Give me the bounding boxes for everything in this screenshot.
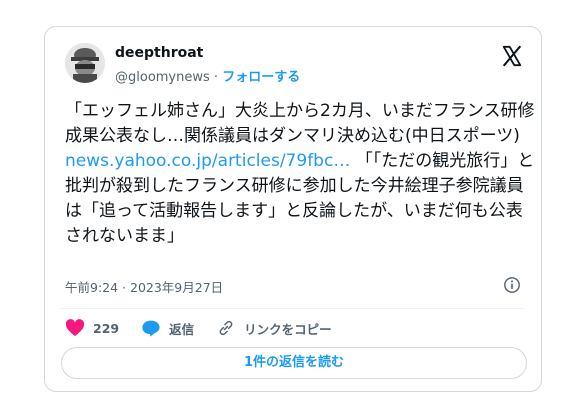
tweet-text: 「エッフェル姉さん」大炎上から2カ月、いまだフランス研修成果公表なし…関係議員は…: [65, 99, 535, 249]
timestamp[interactable]: 午前9:24 · 2023年9月27日: [65, 277, 223, 296]
handle-row: @gloomynews · フォローする: [115, 66, 300, 85]
like-button[interactable]: 229: [65, 319, 119, 337]
reply-button[interactable]: 返信: [141, 319, 194, 338]
x-logo-icon[interactable]: [501, 45, 523, 67]
reply-label: 返信: [169, 321, 195, 337]
like-count: 229: [93, 320, 120, 336]
follow-button[interactable]: フォローする: [222, 70, 300, 85]
avatar[interactable]: [65, 43, 105, 83]
copy-link-label: リンクをコピー: [244, 321, 332, 337]
display-name[interactable]: deepthroat: [115, 45, 203, 61]
action-bar: 229 返信 リンクをコピー: [65, 317, 354, 339]
divider: [61, 308, 525, 309]
reply-icon: [142, 320, 160, 337]
tweet-text-main: 「エッフェル姉さん」大炎上から2カ月、いまだフランス研修成果公表なし…関係議員は…: [65, 101, 535, 146]
handle[interactable]: @gloomynews: [115, 70, 210, 85]
info-icon[interactable]: [503, 276, 521, 294]
read-replies-button[interactable]: 1件の返信を読む: [61, 347, 527, 379]
heart-icon: [65, 319, 85, 337]
link-icon: [219, 320, 233, 336]
copy-link-button[interactable]: リンクをコピー: [216, 319, 332, 338]
article-link[interactable]: news.yahoo.co.jp/articles/79fbc…: [65, 151, 350, 171]
separator: ·: [209, 70, 223, 85]
tweet-card: deepthroat @gloomynews · フォローする 「エッフェル姉さ…: [44, 26, 542, 392]
